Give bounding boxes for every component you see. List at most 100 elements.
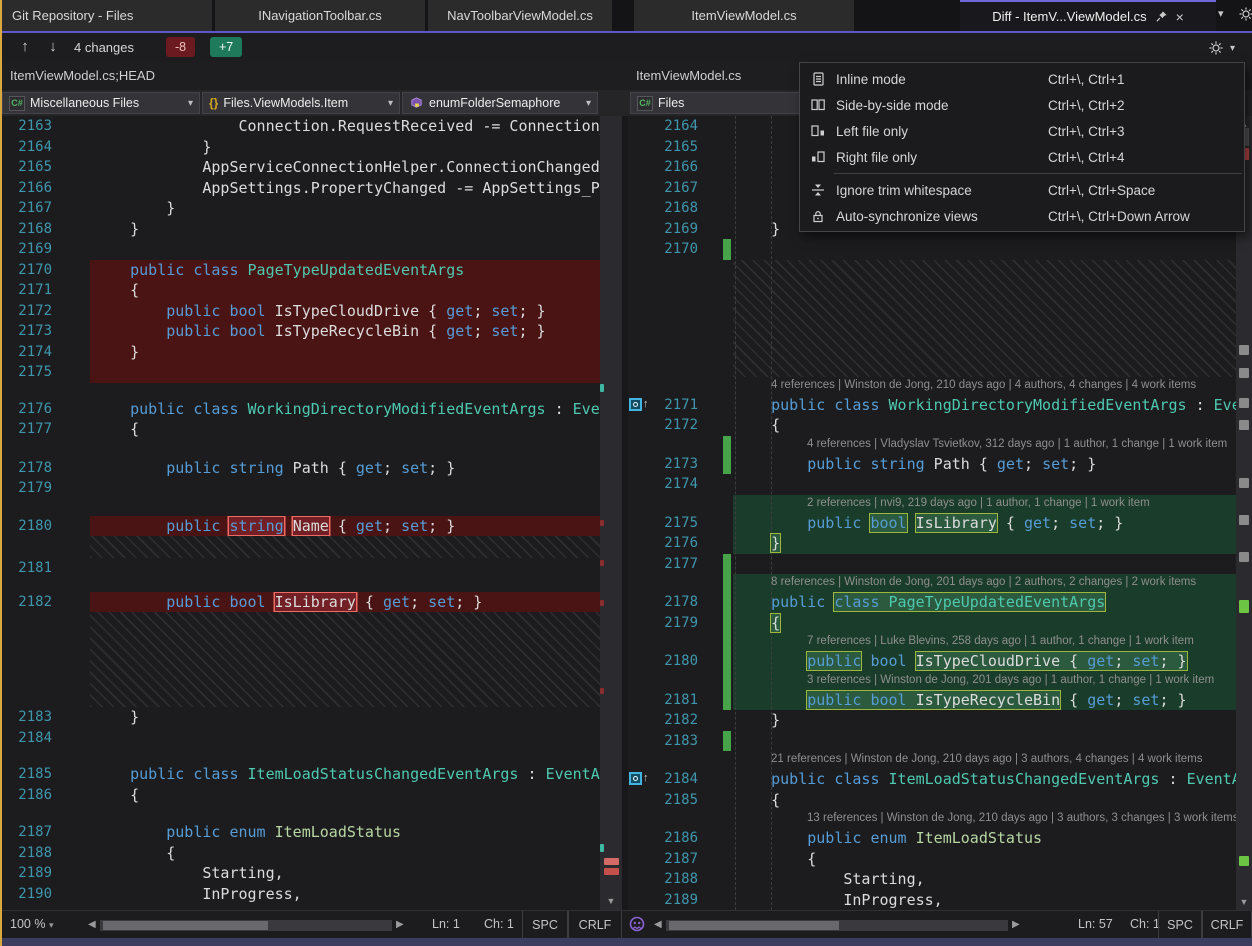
line-number: 2178 — [2, 458, 52, 479]
right-line-ending-indicator[interactable]: CRLF — [1202, 911, 1252, 939]
line-number: 2184 — [2, 728, 52, 749]
menu-item-ignore-trim-whitespace[interactable]: Ignore trim whitespaceCtrl+\, Ctrl+Space — [800, 177, 1244, 203]
change-bar — [723, 651, 731, 672]
scrollbar-mark — [1239, 515, 1249, 525]
code-line: 2180 public bool IsTypeCloudDrive { get;… — [628, 651, 1236, 672]
tab-list-chevron-down-icon[interactable]: ▾ — [1218, 7, 1224, 20]
right-vertical-scrollbar[interactable]: ▲ ▼ — [1236, 116, 1252, 910]
code-line: 2188 Starting, — [628, 869, 1236, 890]
next-change-button[interactable]: ↓ — [42, 36, 64, 58]
previous-change-button[interactable]: ↑ — [14, 36, 36, 58]
scrollbar-thumb[interactable] — [669, 921, 839, 930]
scroll-left-icon[interactable]: ◀ — [654, 919, 662, 930]
line-number: 2181 — [654, 690, 698, 711]
tabbar-gear-icon[interactable] — [1238, 6, 1252, 22]
line-number: 2167 — [654, 178, 698, 199]
codelens-indicator: 7 references | Luke Blevins, 258 days ag… — [628, 633, 1236, 651]
scroll-right-icon[interactable]: ▶ — [1012, 919, 1020, 930]
scrollbar-mark — [600, 844, 604, 852]
line-number: 2182 — [654, 710, 698, 731]
tab-5[interactable]: Diff - ItemV...ViewModel.cs× — [960, 0, 1216, 31]
tab-3[interactable]: NavToolbarViewModel.cs — [428, 0, 612, 31]
code-line: 2183 } — [2, 707, 600, 728]
chevron-down-icon: ▾ — [586, 98, 591, 109]
chevron-down-icon: ▾ — [188, 98, 193, 109]
change-bar — [723, 554, 731, 575]
tab-2[interactable]: INavigationToolbar.cs — [215, 0, 425, 31]
tab-1[interactable]: Git Repository - Files — [0, 0, 212, 31]
code-line: 2180 public string Name { get; set; } — [2, 516, 600, 537]
right-code-pane[interactable]: 216421652166216721682169 }21704 referenc… — [628, 116, 1236, 910]
codelens-indicator: 4 references | Winston de Jong, 210 days… — [628, 377, 1236, 395]
pin-icon[interactable] — [1155, 10, 1168, 23]
line-number: 2174 — [2, 342, 52, 363]
line-number: 2164 — [2, 137, 52, 158]
menu-item-shortcut: Ctrl+\, Ctrl+2 — [1048, 98, 1244, 113]
status-bar: 100 % ▾ ◀ ▶ Ln: 1 Ch: 1 SPC CRLF ◀ ▶ Ln:… — [0, 910, 1252, 938]
window-bottom-edge — [0, 938, 1252, 946]
code-line: 2188 { — [2, 843, 600, 864]
menu-separator — [834, 173, 1242, 174]
menu-item-auto-synchronize-views[interactable]: Auto-synchronize viewsCtrl+\, Ctrl+Down … — [800, 203, 1244, 229]
diff-editor: 2163 Connection.RequestReceived -= Conne… — [0, 116, 1252, 910]
line-number: 2178 — [654, 592, 698, 613]
line-number: 2172 — [2, 301, 52, 322]
right-column-indicator: Ch: 1 — [1130, 917, 1160, 931]
left-vertical-scrollbar[interactable]: ▲ ▼ — [600, 116, 622, 910]
code-line: 2189 InProgress, — [628, 890, 1236, 911]
project-dropdown[interactable]: C# Miscellaneous Files ▾ — [2, 92, 200, 114]
code-line: 2186 public enum ItemLoadStatus — [628, 828, 1236, 849]
tab-label: INavigationToolbar.cs — [258, 8, 382, 23]
left-encoding-indicator[interactable]: SPC — [522, 911, 568, 939]
scroll-right-icon[interactable]: ▶ — [396, 919, 404, 930]
codelens-indicator: 3 references | Winston de Jong, 201 days… — [628, 672, 1236, 690]
scroll-down-icon[interactable]: ▼ — [600, 896, 622, 906]
diff-view-settings-button[interactable]: ▾ — [1202, 36, 1248, 60]
right-encoding-indicator[interactable]: SPC — [1158, 911, 1202, 939]
menu-item-left-file-only[interactable]: Left file onlyCtrl+\, Ctrl+3 — [800, 118, 1244, 144]
menu-item-inline-mode[interactable]: Inline modeCtrl+\, Ctrl+1 — [800, 66, 1244, 92]
scroll-left-icon[interactable]: ◀ — [88, 919, 96, 930]
zoom-level-select[interactable]: 100 % ▾ — [10, 917, 53, 931]
left-line-ending-indicator[interactable]: CRLF — [568, 911, 622, 939]
tab-4[interactable]: ItemViewModel.cs — [634, 0, 854, 31]
extension-icon[interactable] — [628, 915, 646, 933]
scrollbar-mark — [600, 384, 604, 392]
right-file-title: ItemViewModel.cs — [636, 68, 741, 83]
inline-mode-icon — [800, 71, 836, 87]
auto-synchronize-views-icon — [800, 208, 836, 224]
line-number: 2170 — [654, 239, 698, 260]
left-horizontal-scrollbar[interactable] — [100, 920, 392, 931]
menu-item-label: Right file only — [836, 150, 1048, 165]
left-code-pane[interactable]: 2163 Connection.RequestReceived -= Conne… — [2, 116, 600, 910]
codelens-indicator: 4 references | Vladyslav Tsvietkov, 312 … — [628, 436, 1236, 454]
code-line: 2185 public class ItemLoadStatusChangedE… — [2, 764, 600, 785]
csharp-file-icon: C# — [637, 96, 653, 111]
code-line: 2175 — [2, 362, 600, 383]
close-icon[interactable]: × — [1176, 10, 1184, 24]
line-number: 2166 — [2, 178, 52, 199]
line-number: 2173 — [654, 454, 698, 475]
menu-item-side-by-side-mode[interactable]: Side-by-side modeCtrl+\, Ctrl+2 — [800, 92, 1244, 118]
right-line-indicator: Ln: 57 — [1078, 917, 1113, 931]
type-dropdown[interactable]: {} Files.ViewModels.Item ▾ — [202, 92, 400, 114]
codelens-indicator: 8 references | Winston de Jong, 201 days… — [628, 574, 1236, 592]
menu-item-label: Inline mode — [836, 72, 1048, 87]
codelens-indicator: 2 references | nvi9, 219 days ago | 1 au… — [628, 495, 1236, 513]
csharp-file-icon: C# — [9, 96, 25, 111]
scrollbar-thumb[interactable] — [103, 921, 268, 930]
member-dropdown-label: enumFolderSemaphore — [429, 96, 581, 110]
code-line: 2174 } — [2, 342, 600, 363]
scroll-down-icon[interactable]: ▼ — [1236, 897, 1252, 907]
code-line: 2182 public bool IsLibrary { get; set; } — [2, 592, 600, 613]
member-dropdown[interactable]: enumFolderSemaphore ▾ — [402, 92, 598, 114]
alignment-spacer — [2, 499, 600, 516]
enum-icon — [409, 96, 424, 111]
line-number: 2180 — [2, 516, 52, 537]
change-bar — [723, 690, 731, 711]
code-line: 2185 { — [628, 790, 1236, 811]
menu-item-right-file-only[interactable]: Right file onlyCtrl+\, Ctrl+4 — [800, 144, 1244, 170]
code-line: 2190 InProgress, — [2, 884, 600, 905]
right-horizontal-scrollbar[interactable] — [666, 920, 1008, 931]
scrollbar-mark — [600, 520, 604, 526]
